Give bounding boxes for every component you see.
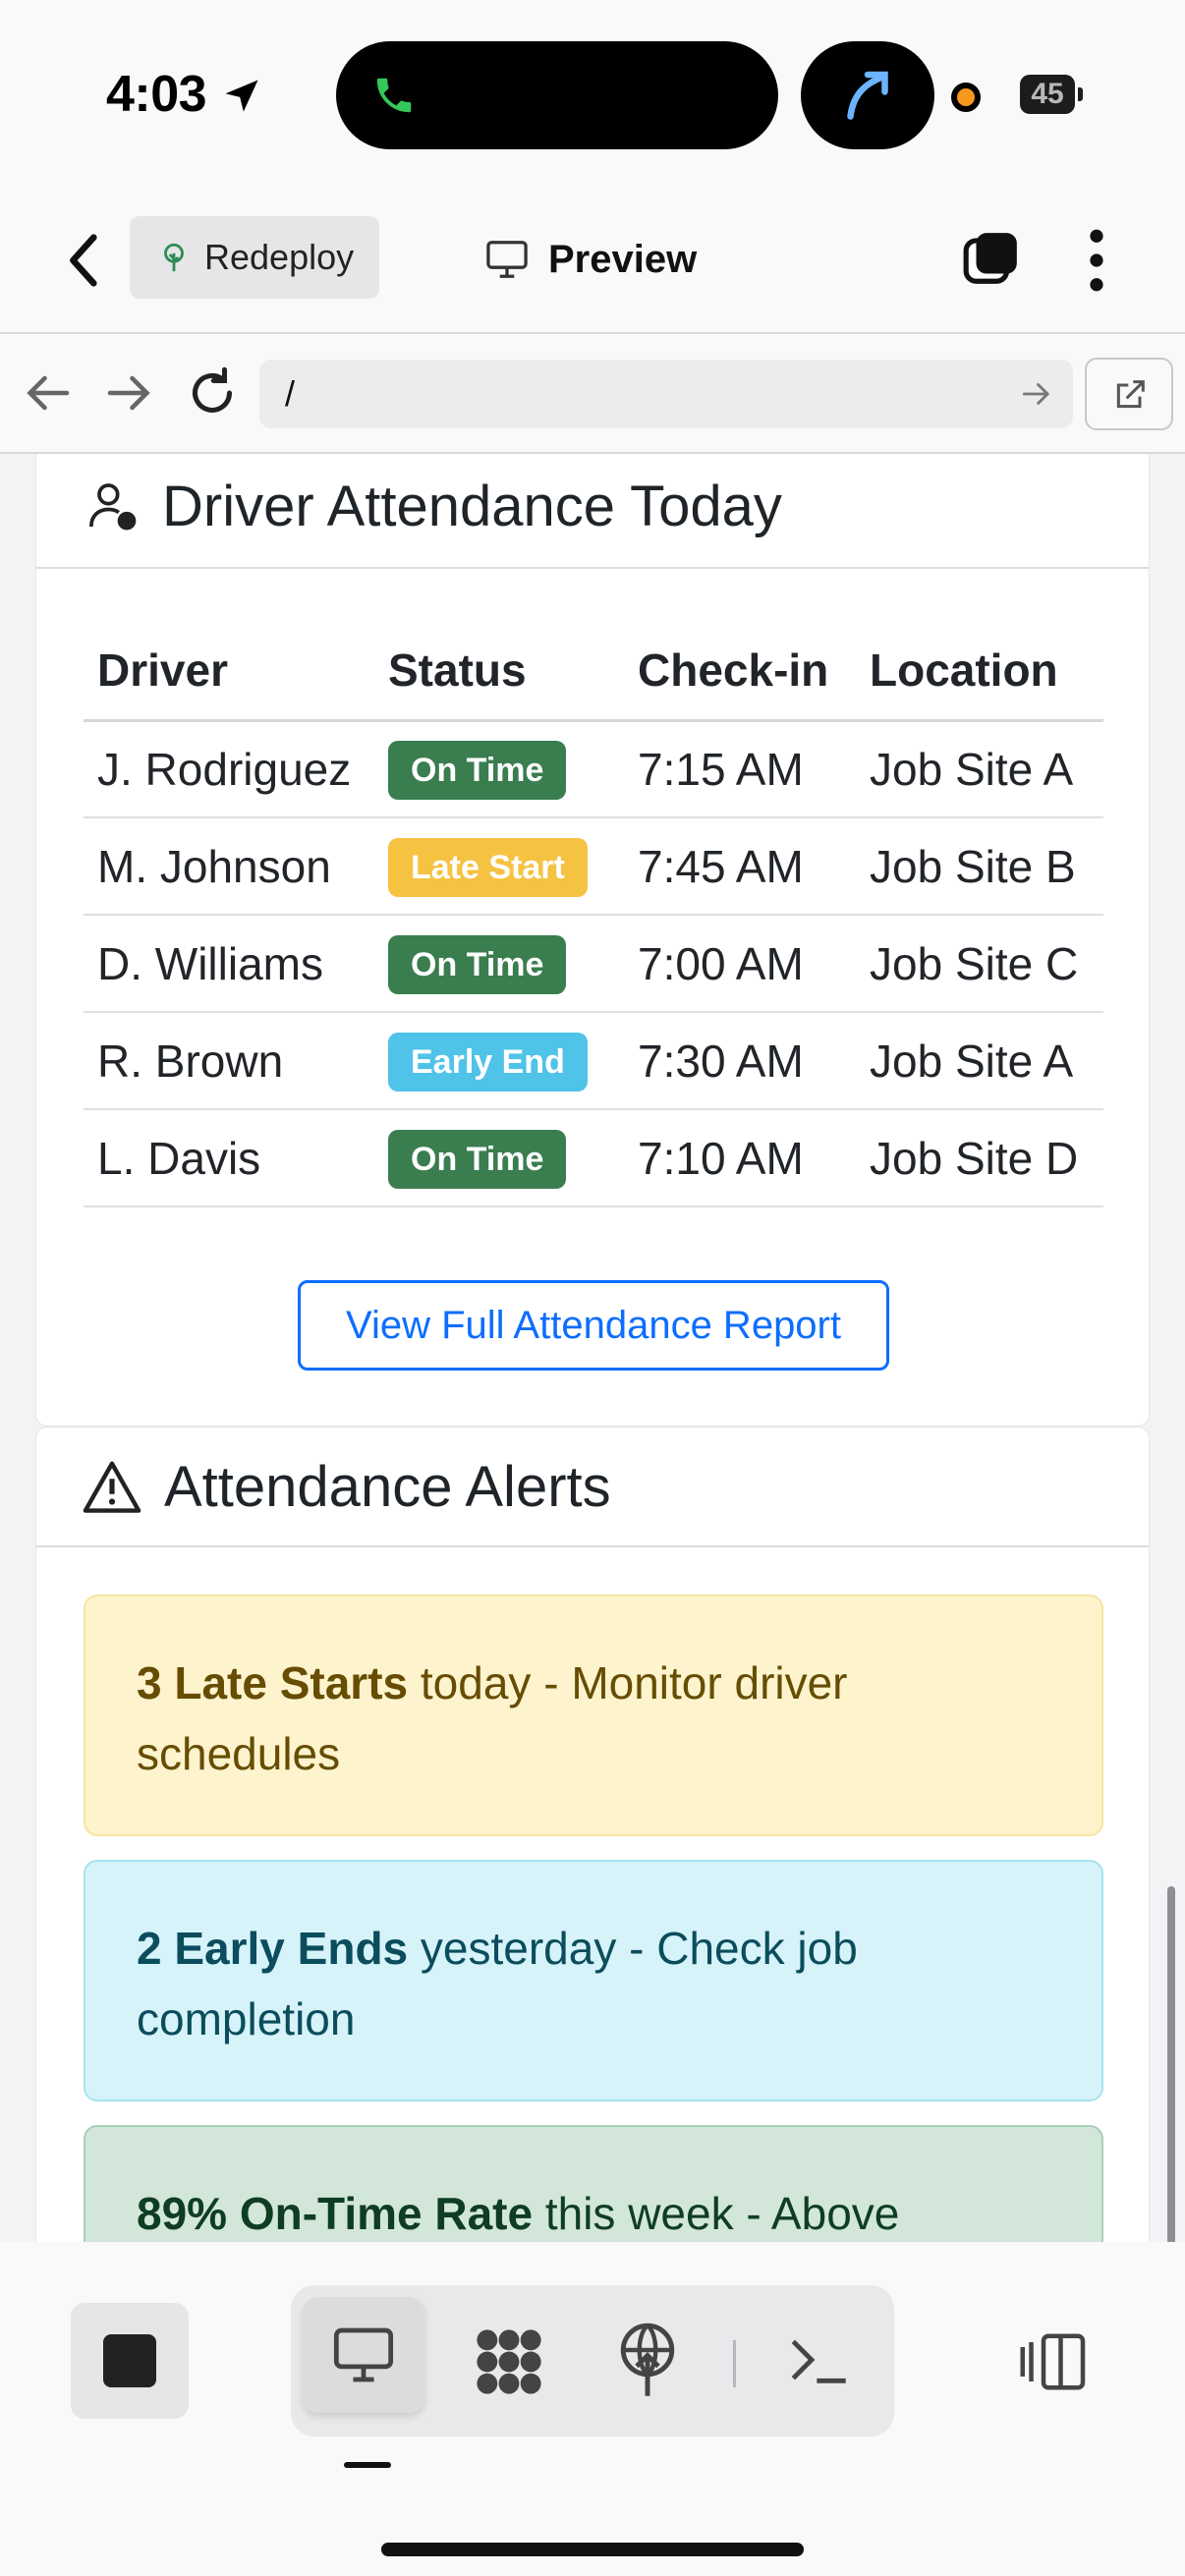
- tool-group: [291, 2285, 894, 2436]
- column-header-location: Location: [856, 622, 1103, 722]
- grid-icon[interactable]: [472, 2324, 546, 2399]
- go-arrow-icon[interactable]: [1018, 375, 1055, 413]
- url-input[interactable]: /: [259, 360, 1073, 428]
- activity-indicator[interactable]: [801, 41, 934, 149]
- location: Job Site A: [856, 720, 1103, 818]
- alert-text: this week - Above: [533, 2188, 900, 2239]
- driver-name: M. Johnson: [84, 817, 374, 916]
- deploy-icon[interactable]: [615, 2323, 680, 2399]
- alerts-card: Attendance Alerts 3 Late Starts today - …: [35, 1427, 1150, 2242]
- battery-indicator: 45: [1020, 75, 1083, 114]
- alert-item: 3 Late Starts today - Monitor driver sch…: [84, 1595, 1103, 1836]
- status-badge: On Time: [388, 934, 567, 994]
- redeploy-button[interactable]: Redeploy: [130, 216, 379, 299]
- checkin-time: 7:45 AM: [624, 817, 856, 916]
- checkin-time: 7:30 AM: [624, 1012, 856, 1110]
- tree-icon: [164, 243, 184, 272]
- alert-bold-text: 2 Early Ends: [137, 1923, 409, 1974]
- status-badge: Early End: [388, 1032, 588, 1092]
- alert-bold-text: 89% On-Time Rate: [137, 2188, 534, 2239]
- status-cell: On Time: [374, 1109, 624, 1207]
- dynamic-island[interactable]: [336, 41, 778, 149]
- app-header: Redeploy Preview: [0, 187, 1185, 334]
- status-time: 4:03: [106, 66, 207, 123]
- preview-tool-button[interactable]: [303, 2297, 424, 2413]
- location: Job Site B: [856, 817, 1103, 916]
- status-cell: Late Start: [374, 817, 624, 916]
- attendance-card: Driver Attendance Today Driver Status Ch…: [35, 454, 1150, 1427]
- alert-item: 2 Early Ends yesterday - Check job compl…: [84, 1860, 1103, 2101]
- column-header-checkin: Check-in: [624, 622, 856, 722]
- checkin-time: 7:10 AM: [624, 1109, 856, 1207]
- alert-item: 89% On-Time Rate this week - Above: [84, 2125, 1103, 2242]
- page-content: Driver Attendance Today Driver Status Ch…: [0, 454, 1185, 2242]
- home-indicator[interactable]: [381, 2543, 804, 2556]
- location: Job Site A: [856, 1012, 1103, 1110]
- back-chevron-icon[interactable]: [57, 226, 112, 295]
- status-cell: On Time: [374, 915, 624, 1013]
- table-header-row: Driver Status Check-in Location: [84, 622, 1103, 722]
- stop-button[interactable]: [71, 2303, 189, 2419]
- status-cell: Early End: [374, 1012, 624, 1110]
- table-row: M. Johnson Late Start 7:45 AM Job Site B: [84, 817, 1103, 916]
- tabs-icon[interactable]: [961, 228, 1022, 289]
- arrow-right-icon[interactable]: [100, 364, 159, 422]
- redeploy-label: Redeploy: [204, 237, 355, 277]
- preview-title[interactable]: Preview: [485, 230, 697, 289]
- alerts-card-title: Attendance Alerts: [164, 1454, 611, 1519]
- attendance-card-title: Driver Attendance Today: [162, 474, 782, 538]
- phone-icon: [376, 78, 412, 113]
- driver-name: D. Williams: [84, 915, 374, 1013]
- location: Job Site C: [856, 915, 1103, 1013]
- alert-bold-text: 3 Late Starts: [137, 1657, 409, 1708]
- recording-dot: [951, 83, 981, 112]
- status-badge: On Time: [388, 1129, 567, 1189]
- status-badge: On Time: [388, 740, 567, 800]
- user-icon: [88, 483, 137, 531]
- column-header-driver: Driver: [84, 622, 374, 722]
- attendance-card-header: Driver Attendance Today: [36, 454, 1149, 569]
- driver-name: J. Rodriguez: [84, 720, 374, 818]
- checkin-time: 7:15 AM: [624, 720, 856, 818]
- table-row: J. Rodriguez On Time 7:15 AM Job Site A: [84, 720, 1103, 818]
- checkin-time: 7:00 AM: [624, 915, 856, 1013]
- side-panel-icon[interactable]: [1018, 2332, 1089, 2391]
- url-bar: /: [0, 334, 1185, 454]
- column-header-status: Status: [374, 622, 624, 722]
- external-link-icon: [1116, 380, 1145, 409]
- location-arrow-icon: [225, 80, 258, 112]
- warning-triangle-icon: [83, 1461, 141, 1513]
- screen: 4:03 45 Redeploy Preview / Driver Attend…: [0, 0, 1185, 2576]
- alerts-card-header: Attendance Alerts: [36, 1428, 1149, 1547]
- monitor-icon: [486, 241, 528, 278]
- table-row: R. Brown Early End 7:30 AM Job Site A: [84, 1012, 1103, 1110]
- location: Job Site D: [856, 1109, 1103, 1207]
- attendance-table-body: J. Rodriguez On Time 7:15 AM Job Site A M. J…: [84, 720, 1103, 1207]
- arrow-left-icon[interactable]: [18, 364, 77, 422]
- stop-icon: [103, 2334, 156, 2387]
- arrow-up-right-icon: [847, 71, 888, 120]
- bottom-toolbar: [0, 2242, 1185, 2576]
- terminal-icon[interactable]: [788, 2332, 851, 2387]
- more-vertical-icon[interactable]: [1079, 228, 1114, 293]
- monitor-icon: [333, 2327, 394, 2382]
- status-badge: Late Start: [388, 837, 588, 897]
- attendance-table: Driver Status Check-in Location J. Rodri…: [84, 622, 1103, 1207]
- active-tool-indicator: [344, 2462, 391, 2468]
- reload-icon[interactable]: [183, 364, 242, 422]
- table-row: D. Williams On Time 7:00 AM Job Site C: [84, 915, 1103, 1013]
- open-external-button[interactable]: [1085, 358, 1173, 430]
- tool-separator: [733, 2340, 736, 2387]
- status-bar: 4:03 45: [0, 0, 1185, 187]
- driver-name: R. Brown: [84, 1012, 374, 1110]
- preview-label: Preview: [548, 237, 698, 281]
- view-full-report-button[interactable]: View Full Attendance Report: [298, 1280, 889, 1371]
- scrollbar[interactable]: [1167, 1886, 1175, 2242]
- status-cell: On Time: [374, 720, 624, 818]
- driver-name: L. Davis: [84, 1109, 374, 1207]
- url-text: /: [285, 373, 296, 414]
- table-row: L. Davis On Time 7:10 AM Job Site D: [84, 1109, 1103, 1207]
